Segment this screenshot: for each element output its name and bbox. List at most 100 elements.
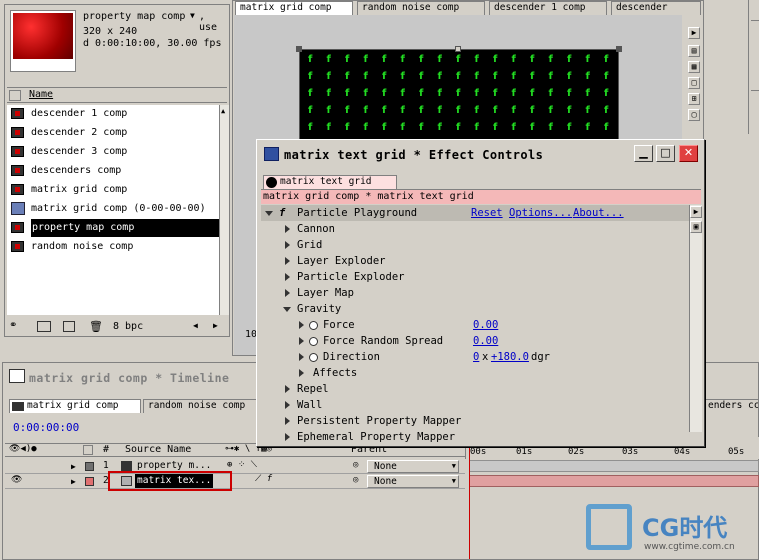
stopwatch-icon[interactable] [309,321,318,330]
close-button[interactable]: ✕ [679,145,698,162]
channels-icon[interactable]: ▦ [688,61,700,73]
group-row[interactable]: Layer Exploder [261,253,689,269]
collapsed-triangle-icon[interactable] [285,257,290,265]
stopwatch-icon[interactable] [309,337,318,346]
parent-dropdown[interactable]: None ▼ [367,460,459,473]
dropdown-arrow-icon[interactable]: ▼ [190,11,195,20]
snapshot-icon[interactable]: ▢ [688,109,700,121]
tab-matrix-text-grid[interactable]: matrix text grid [263,175,397,189]
tab-timeline-matrix-grid-comp[interactable]: matrix grid comp [9,399,141,413]
group-row[interactable]: Layer Map [261,285,689,301]
layer-bar[interactable] [469,460,759,472]
trash-icon[interactable]: 🗑 [89,320,103,333]
label-color[interactable] [85,462,94,471]
current-time[interactable]: 0:00:00:00 [13,421,79,434]
effect-titlebar[interactable]: matrix text grid * Effect Controls ▁ □ ✕ [258,141,703,168]
view-options-icon[interactable]: □ [688,77,700,89]
maximize-button[interactable]: □ [656,145,675,162]
folder-icon[interactable] [37,321,51,332]
about-link[interactable]: About... [573,205,624,221]
expanded-triangle-icon[interactable] [283,307,291,312]
list-item[interactable]: matrix grid comp [11,181,227,199]
list-item-selected[interactable]: property map comp [11,219,227,237]
parent-pickwhip-icon[interactable]: ◎ [353,460,358,470]
scroll-up-arrow-icon[interactable]: ▲ [221,107,225,115]
collapsed-triangle-icon[interactable] [299,353,304,361]
group-row[interactable]: Ephemeral Property Mapper [261,429,689,445]
collapsed-triangle-icon[interactable] [299,369,304,377]
group-row[interactable]: Wall [261,397,689,413]
parent-pickwhip-icon[interactable]: ◎ [353,475,358,485]
group-row[interactable]: Particle Exploder [261,269,689,285]
list-item[interactable]: random noise comp [11,238,227,256]
list-item[interactable]: descender 1 comp [11,105,227,123]
playhead[interactable] [469,447,470,559]
layer-handle[interactable] [455,46,461,52]
tab-timeline-descenders-comp[interactable]: enders cc [703,399,759,413]
collapsed-triangle-icon[interactable] [285,417,290,425]
flowchart-icon[interactable]: ⊞ [688,93,700,105]
collapse-switch-icon[interactable]: ⊕ ⁘ ⟍ [227,460,257,470]
collapsed-triangle-icon[interactable] [285,433,290,441]
tab-timeline-random-noise-comp[interactable]: random noise comp [143,399,261,413]
list-item[interactable]: matrix grid comp (0-00-00-00) [11,200,227,218]
label-color[interactable] [85,477,94,486]
new-comp-icon[interactable] [63,321,75,332]
parent-dropdown[interactable]: None ▼ [367,475,459,488]
eye-icon[interactable]: 👁 [11,475,22,485]
source-name-header[interactable]: Source Name [125,444,191,455]
eye-icon[interactable]: 👁◀)● [9,444,37,454]
bpc-toggle[interactable]: 8 bpc [113,321,143,332]
name-column-header[interactable]: Name [7,87,227,103]
collapsed-triangle-icon[interactable] [285,273,290,281]
scroll-right-arrow-icon[interactable]: ▶ [213,321,218,330]
direction-degrees[interactable]: +180.0 [491,349,529,365]
options-link[interactable]: Options... [509,205,572,221]
expand-triangle-icon[interactable] [265,211,273,216]
effect-switch-icon[interactable]: ⟋ f [255,474,272,484]
effect-vertical-scrollbar[interactable]: ▶ ▣ [689,205,702,432]
scroll-thumb[interactable]: ▣ [690,221,702,233]
group-row[interactable]: Persistent Property Mapper [261,413,689,429]
panel-menu-icon[interactable]: ▶ [690,206,702,218]
reset-link[interactable]: Reset [471,205,503,221]
group-row[interactable]: Grid [261,237,689,253]
tab-descender-1-comp[interactable]: descender 1 comp [489,1,607,15]
panel-menu-icon[interactable]: ▶ [688,27,700,39]
spread-value[interactable]: 0.00 [473,333,498,349]
collapsed-triangle-icon[interactable] [285,385,290,393]
list-item[interactable]: descenders comp [11,162,227,180]
effect-fx-icon[interactable]: f [279,205,285,221]
scroll-left-arrow-icon[interactable]: ◀ [193,321,198,330]
collapsed-triangle-icon[interactable] [299,321,304,329]
project-vertical-scrollbar[interactable]: ▲ [219,105,229,315]
minimize-button[interactable]: ▁ [634,145,653,162]
tab-matrix-grid-comp[interactable]: matrix grid comp [235,1,353,15]
find-icon[interactable]: ⚭ [9,320,17,331]
group-row[interactable]: Cannon [261,221,689,237]
collapsed-triangle-icon[interactable] [285,289,290,297]
collapsed-triangle-icon[interactable] [299,337,304,345]
table-row[interactable]: 👁 ▶ 2 matrix tex... ⟋ f ◎ None ▼ [5,474,465,489]
collapsed-triangle-icon[interactable] [285,241,290,249]
collapsed-triangle-icon[interactable] [285,225,290,233]
expand-triangle-icon[interactable]: ▶ [71,462,76,471]
table-row[interactable]: ▶ 1 property m... ⊕ ⁘ ⟍ ◎ None ▼ [5,459,465,474]
effect-header-row[interactable]: f Particle Playground Reset Options... A… [261,205,689,221]
group-row[interactable]: Affects [261,365,689,381]
collapsed-triangle-icon[interactable] [285,401,290,409]
group-row-expanded[interactable]: Gravity [261,301,689,317]
layer-handle[interactable] [296,46,302,52]
group-row[interactable]: Repel [261,381,689,397]
comp-canvas[interactable]: ffffffffffffffffffffffffffffffffffffffff… [299,49,619,145]
force-value[interactable]: 0.00 [473,317,498,333]
layer-handle[interactable] [616,46,622,52]
tab-descender[interactable]: descender [611,1,701,15]
expand-triangle-icon[interactable]: ▶ [71,477,76,486]
stopwatch-icon[interactable] [309,353,318,362]
grid-icon[interactable]: ▤ [688,45,700,57]
list-item[interactable]: descender 3 comp [11,143,227,161]
tab-random-noise-comp[interactable]: random noise comp [357,1,485,15]
layer-bar[interactable] [469,475,759,487]
list-item[interactable]: descender 2 comp [11,124,227,142]
